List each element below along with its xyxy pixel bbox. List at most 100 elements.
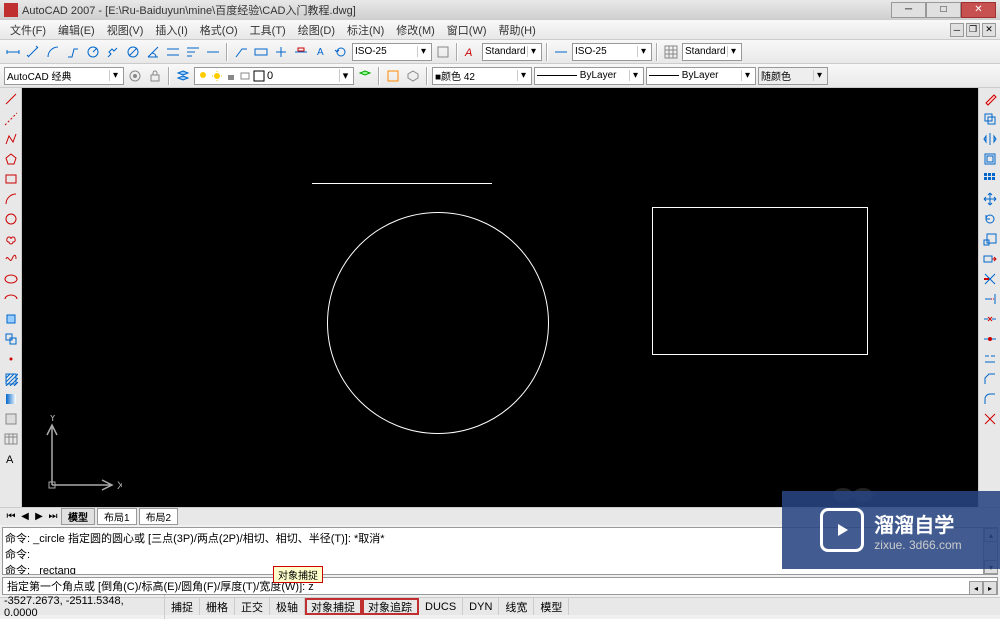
dim-style-combo-2[interactable]: ISO-25▾ <box>572 43 652 61</box>
dim-ordinate-icon[interactable] <box>64 43 82 61</box>
dropdown-icon[interactable]: ▾ <box>517 70 529 81</box>
tab-layout2[interactable]: 布局2 <box>139 508 179 525</box>
dropdown-icon[interactable]: ▾ <box>741 70 753 81</box>
erase-tool-icon[interactable] <box>981 90 999 108</box>
status-grid[interactable]: 栅格 <box>200 598 235 615</box>
tab-first-icon[interactable]: ⏮ <box>4 510 18 524</box>
plotstyle-combo[interactable]: 随颜色▾ <box>758 67 828 85</box>
explode-tool-icon[interactable] <box>981 410 999 428</box>
dropdown-icon[interactable]: ▾ <box>727 46 739 57</box>
scroll-left-icon[interactable]: ◂ <box>969 581 983 595</box>
dim-jogged-icon[interactable] <box>104 43 122 61</box>
tab-model[interactable]: 模型 <box>61 508 95 525</box>
linetype-combo[interactable]: ByLayer▾ <box>534 67 644 85</box>
dim-arc-icon[interactable] <box>44 43 62 61</box>
insert-block-icon[interactable] <box>2 310 20 328</box>
arc-tool-icon[interactable] <box>2 190 20 208</box>
dim-radius-icon[interactable] <box>84 43 102 61</box>
doc-close-button[interactable]: ✕ <box>982 23 996 37</box>
dim-style-combo-1[interactable]: ISO-25▾ <box>352 43 432 61</box>
hatch-tool-icon[interactable] <box>2 370 20 388</box>
chamfer-tool-icon[interactable] <box>981 370 999 388</box>
dim-quick-icon[interactable] <box>164 43 182 61</box>
layer-states-icon[interactable] <box>384 67 402 85</box>
dim-tedit-icon[interactable]: A <box>312 43 330 61</box>
doc-minimize-button[interactable]: ─ <box>950 23 964 37</box>
polyline-tool-icon[interactable] <box>2 130 20 148</box>
layer-previous-icon[interactable] <box>356 67 374 85</box>
mirror-tool-icon[interactable] <box>981 130 999 148</box>
revcloud-tool-icon[interactable] <box>2 230 20 248</box>
point-tool-icon[interactable] <box>2 350 20 368</box>
ellipse-tool-icon[interactable] <box>2 270 20 288</box>
dropdown-icon[interactable]: ▾ <box>417 46 429 57</box>
circle-tool-icon[interactable] <box>2 210 20 228</box>
dropdown-icon[interactable]: ▾ <box>629 70 641 81</box>
dim-style-button[interactable] <box>434 43 452 61</box>
dropdown-icon[interactable]: ▾ <box>109 70 121 81</box>
dim-leader-icon[interactable] <box>232 43 250 61</box>
dim-center-icon[interactable] <box>272 43 290 61</box>
dim-edit-icon[interactable] <box>292 43 310 61</box>
dim-aligned-icon[interactable] <box>24 43 42 61</box>
break-tool-icon[interactable] <box>981 310 999 328</box>
scroll-right-icon[interactable]: ▸ <box>983 581 997 595</box>
dropdown-icon[interactable]: ▾ <box>527 46 539 57</box>
layer-walk-icon[interactable] <box>404 67 422 85</box>
dim-linear-icon[interactable] <box>4 43 22 61</box>
xline-tool-icon[interactable] <box>2 110 20 128</box>
menu-window[interactable]: 窗口(W) <box>441 20 493 40</box>
dim-baseline-icon[interactable] <box>184 43 202 61</box>
menu-help[interactable]: 帮助(H) <box>493 20 542 40</box>
menu-format[interactable]: 格式(O) <box>194 20 244 40</box>
extend-tool-icon[interactable] <box>981 290 999 308</box>
array-tool-icon[interactable] <box>981 170 999 188</box>
dropdown-icon[interactable]: ▾ <box>339 69 351 82</box>
doc-restore-button[interactable]: ❐ <box>966 23 980 37</box>
make-block-icon[interactable] <box>2 330 20 348</box>
table-tool-icon[interactable] <box>2 430 20 448</box>
menu-view[interactable]: 视图(V) <box>101 20 150 40</box>
table-style-icon[interactable] <box>662 43 680 61</box>
dropdown-icon[interactable]: ▾ <box>813 70 825 81</box>
status-model[interactable]: 模型 <box>534 598 569 615</box>
tab-next-icon[interactable]: ▶ <box>32 510 46 524</box>
minimize-button[interactable]: ─ <box>891 2 926 18</box>
tab-last-icon[interactable]: ⏭ <box>46 510 60 524</box>
command-input-area[interactable]: 指定第一个角点或 [倒角(C)/标高(E)/圆角(F)/厚度(T)/宽度(W)]… <box>2 577 998 595</box>
menu-file[interactable]: 文件(F) <box>4 20 52 40</box>
layer-manager-icon[interactable] <box>174 67 192 85</box>
rectangle-tool-icon[interactable] <box>2 170 20 188</box>
text-style-icon[interactable]: A <box>462 43 480 61</box>
spline-tool-icon[interactable] <box>2 250 20 268</box>
dim-style-icon2[interactable] <box>552 43 570 61</box>
status-dyn[interactable]: DYN <box>463 598 499 615</box>
toolbar-lock-icon[interactable] <box>146 67 164 85</box>
menu-modify[interactable]: 修改(M) <box>390 20 441 40</box>
dim-continue-icon[interactable] <box>204 43 222 61</box>
copy-tool-icon[interactable] <box>981 110 999 128</box>
table-style-combo[interactable]: Standard▾ <box>682 43 742 61</box>
close-button[interactable]: ✕ <box>961 2 996 18</box>
menu-tools[interactable]: 工具(T) <box>244 20 292 40</box>
color-combo[interactable]: ■颜色 42▾ <box>432 67 532 85</box>
dim-update-icon[interactable] <box>332 43 350 61</box>
dropdown-icon[interactable]: ▾ <box>637 46 649 57</box>
status-polar[interactable]: 极轴 <box>270 598 305 615</box>
offset-tool-icon[interactable] <box>981 150 999 168</box>
tab-prev-icon[interactable]: ◀ <box>18 510 32 524</box>
status-otrack[interactable]: 对象追踪 <box>362 598 419 615</box>
rotate-tool-icon[interactable] <box>981 210 999 228</box>
line-tool-icon[interactable] <box>2 90 20 108</box>
tab-layout1[interactable]: 布局1 <box>97 508 137 525</box>
maximize-button[interactable]: □ <box>926 2 961 18</box>
menu-insert[interactable]: 插入(I) <box>149 20 193 40</box>
ellipse-arc-tool-icon[interactable] <box>2 290 20 308</box>
lineweight-combo[interactable]: ByLayer▾ <box>646 67 756 85</box>
trim-tool-icon[interactable] <box>981 270 999 288</box>
status-osnap[interactable]: 对象捕捉 <box>305 598 362 615</box>
status-snap[interactable]: 捕捉 <box>165 598 200 615</box>
stretch-tool-icon[interactable] <box>981 250 999 268</box>
dim-angular-icon[interactable] <box>144 43 162 61</box>
workspace-combo[interactable]: AutoCAD 经典▾ <box>4 67 124 85</box>
